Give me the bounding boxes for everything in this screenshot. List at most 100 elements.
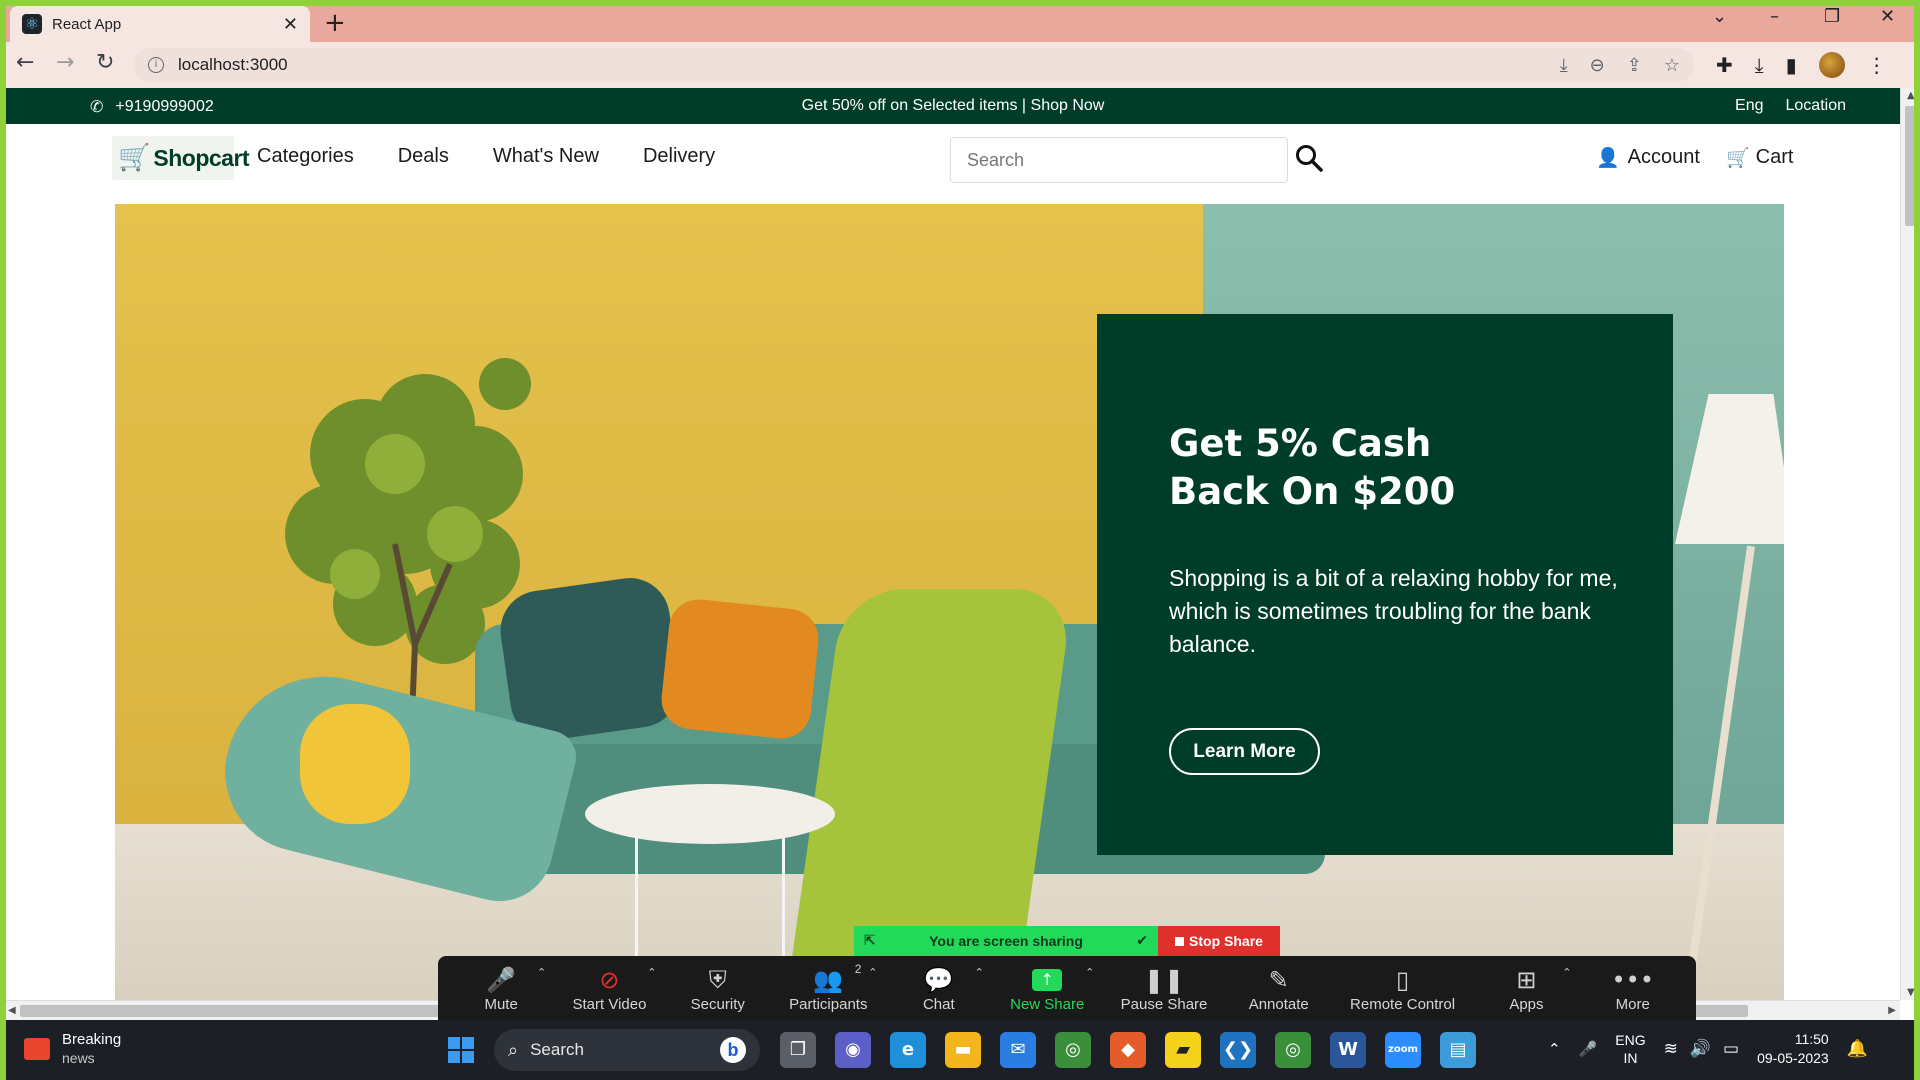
chat-button[interactable]: 💬 ⌃ Chat — [904, 964, 984, 1013]
search-icon[interactable] — [1294, 143, 1324, 173]
url-text[interactable]: localhost:3000 — [178, 55, 1560, 75]
chevron-up-icon[interactable]: ⌃ — [868, 966, 877, 979]
phone-icon: ✆ — [90, 97, 104, 116]
search-input[interactable] — [951, 138, 1287, 182]
start-video-button[interactable]: ⊘ ⌃ Start Video — [572, 964, 656, 1013]
close-tab-icon[interactable]: ✕ — [283, 14, 298, 35]
restore-icon[interactable]: ❐ — [1824, 6, 1840, 27]
vertical-scroll-thumb[interactable] — [1905, 106, 1917, 226]
browser-tabstrip: ⚛ React App ✕ + ⌄ – ❐ ✕ — [0, 0, 1920, 42]
search-icon: ⌕ — [508, 1039, 519, 1061]
taskbar-search[interactable]: ⌕ Search b — [494, 1029, 760, 1071]
reload-icon[interactable]: ↻ — [96, 50, 114, 75]
minimize-icon[interactable]: – — [1770, 6, 1779, 27]
nav-categories[interactable]: Categories — [257, 145, 354, 168]
bookmark-star-icon[interactable]: ☆ — [1664, 55, 1680, 76]
phone-number: +9190999002 — [115, 97, 214, 115]
account-link[interactable]: 👤 Account — [1596, 146, 1700, 169]
new-tab-icon[interactable]: + — [324, 8, 346, 38]
word-icon[interactable]: W — [1330, 1032, 1366, 1068]
side-panel-icon[interactable]: ▮ — [1786, 53, 1797, 77]
chat-icon: 💬 — [923, 965, 954, 994]
task-view-icon[interactable]: ❐ — [780, 1032, 816, 1068]
cart-link[interactable]: 🛒 Cart — [1726, 146, 1793, 169]
file-explorer-icon[interactable]: ▬ — [945, 1032, 981, 1068]
participants-count: 2 — [854, 961, 862, 976]
chevron-up-icon[interactable]: ⌃ — [1085, 966, 1094, 979]
zoom-icon[interactable]: zoom — [1385, 1032, 1421, 1068]
cart-logo-icon: 🛒 — [118, 143, 151, 173]
news-widget[interactable]: Breaking news — [24, 1030, 121, 1068]
new-share-button[interactable]: ↑ ⌃ New Share — [1010, 964, 1094, 1013]
battery-icon[interactable]: ▭ — [1723, 1039, 1739, 1059]
stop-share-button[interactable]: Stop Share — [1158, 926, 1280, 956]
volume-icon[interactable]: 🔊 — [1690, 1039, 1711, 1059]
address-bar[interactable]: i localhost:3000 ⤓ ⊖ ⇪ ☆ — [134, 48, 1694, 82]
browser-tab[interactable]: ⚛ React App ✕ — [10, 6, 310, 42]
promo-text[interactable]: Get 50% off on Selected items | Shop Now — [6, 97, 1900, 115]
notepad-icon[interactable]: ▤ — [1440, 1032, 1476, 1068]
scroll-down-icon[interactable]: ▼ — [1907, 987, 1915, 998]
chrome-icon[interactable]: ◎ — [1055, 1032, 1091, 1068]
nav-delivery[interactable]: Delivery — [643, 145, 715, 168]
bing-icon[interactable]: b — [720, 1037, 746, 1063]
vscode-icon[interactable]: ❮❯ — [1220, 1032, 1256, 1068]
notification-icon[interactable]: 🔔 — [1847, 1039, 1868, 1059]
remote-control-button[interactable]: ▯ Remote Control — [1350, 964, 1455, 1013]
location-selector[interactable]: Location — [1786, 97, 1847, 115]
participants-button[interactable]: 👥 2 ⌃ Participants — [789, 961, 877, 1013]
shield-icon: ⛨ — [708, 965, 727, 994]
site-info-icon[interactable]: i — [148, 57, 164, 73]
sticky-notes-icon[interactable]: ▰ — [1165, 1032, 1201, 1068]
close-window-icon[interactable]: ✕ — [1880, 6, 1895, 27]
security-button[interactable]: ⛨ Security — [683, 964, 753, 1013]
nav-deals[interactable]: Deals — [398, 145, 449, 168]
zoom-out-icon[interactable]: ⊖ — [1590, 55, 1605, 76]
zoom-controls: 🎤 ⌃ Mute ⊘ ⌃ Start Video ⛨ Security 👥 2 … — [438, 956, 1696, 1020]
teams-chat-icon[interactable]: ◉ — [835, 1032, 871, 1068]
chevron-up-icon[interactable]: ⌃ — [537, 966, 546, 979]
chevron-up-icon[interactable]: ⌃ — [975, 966, 984, 979]
wifi-icon[interactable]: ≋ — [1664, 1039, 1678, 1059]
stop-icon — [1175, 936, 1185, 946]
nav-whats-new[interactable]: What's New — [493, 145, 599, 168]
apps-button[interactable]: ⊞ ⌃ Apps — [1491, 964, 1571, 1013]
profile-avatar[interactable] — [1818, 52, 1845, 78]
windows-taskbar: Breaking news ⌕ Search b ❐ ◉ e ▬ ✉ ◎ ◆ ▰… — [0, 1020, 1920, 1080]
scroll-left-icon[interactable]: ◀ — [8, 1005, 16, 1016]
menu-dots-icon[interactable]: ⋮ — [1867, 53, 1887, 77]
forward-icon[interactable]: → — [56, 50, 74, 75]
chevron-up-icon[interactable]: ⌃ — [647, 966, 656, 979]
microphone-tray-icon[interactable]: 🎤 — [1579, 1040, 1598, 1058]
tab-search-icon[interactable]: ⌄ — [1712, 6, 1727, 27]
share-icon[interactable]: ⇪ — [1627, 55, 1642, 76]
back-icon[interactable]: ← — [16, 50, 34, 75]
system-clock[interactable]: 11:50 09-05-2023 — [1757, 1030, 1829, 1068]
share-up-icon: ↑ — [1032, 968, 1063, 991]
install-icon[interactable]: ⤓ — [1560, 55, 1568, 76]
windows-start-icon[interactable] — [448, 1037, 474, 1063]
pause-share-button[interactable]: ❚❚ Pause Share — [1121, 964, 1208, 1013]
learn-more-button[interactable]: Learn More — [1169, 728, 1320, 775]
chevron-up-icon[interactable]: ⌃ — [1562, 966, 1571, 979]
scroll-right-icon[interactable]: ▶ — [1888, 1005, 1896, 1016]
mute-button[interactable]: 🎤 ⌃ Mute — [466, 964, 546, 1013]
language-selector[interactable]: Eng — [1735, 97, 1763, 115]
edge-icon[interactable]: e — [890, 1032, 926, 1068]
pin-icon[interactable]: ⇱ — [864, 933, 876, 949]
downloads-icon[interactable]: ⤓ — [1755, 53, 1764, 77]
brave-icon[interactable]: ◆ — [1110, 1032, 1146, 1068]
more-icon: ••• — [1611, 965, 1654, 994]
show-hidden-icons-icon[interactable]: ⌃ — [1548, 1040, 1561, 1058]
scroll-up-icon[interactable]: ▲ — [1907, 90, 1915, 101]
extensions-icon[interactable]: ✚ — [1716, 53, 1733, 77]
mail-icon[interactable]: ✉ — [1000, 1032, 1036, 1068]
tab-title: React App — [52, 15, 122, 33]
more-button[interactable]: ••• More — [1598, 964, 1668, 1013]
user-icon: 👤 — [1596, 147, 1620, 169]
vertical-scrollbar[interactable]: ▲ ▼ — [1900, 88, 1920, 1000]
chrome-active-icon[interactable]: ◎ — [1275, 1032, 1311, 1068]
annotate-button[interactable]: ✎ Annotate — [1244, 964, 1314, 1013]
language-indicator[interactable]: ENG IN — [1615, 1031, 1645, 1067]
shopcart-logo[interactable]: 🛒 Shopcart — [112, 136, 250, 180]
